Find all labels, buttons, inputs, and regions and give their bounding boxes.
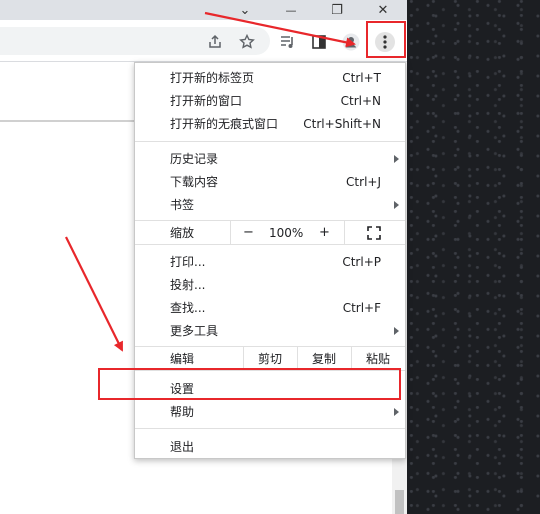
annotation-arrows xyxy=(65,11,356,352)
annotation-arrow-to-settings xyxy=(65,236,123,352)
annotation-arrow-to-menu xyxy=(204,11,356,48)
